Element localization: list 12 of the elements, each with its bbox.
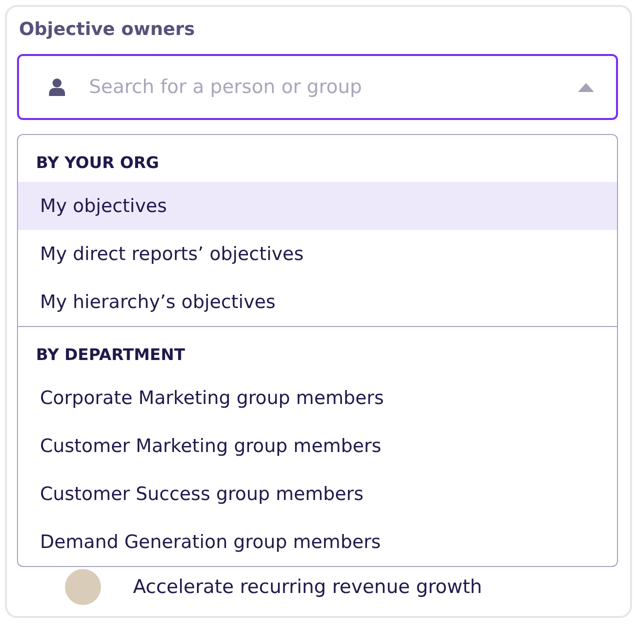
objective-title[interactable]: Accelerate recurring revenue growth <box>133 576 482 598</box>
search-placeholder: Search for a person or group <box>89 76 363 98</box>
menu-item[interactable]: My direct reports’ objectives <box>18 230 617 278</box>
group-header: BY DEPARTMENT <box>35 344 185 366</box>
menu-item[interactable]: Customer Success group members <box>18 470 617 518</box>
menu-item[interactable]: My hierarchy’s objectives <box>18 278 617 326</box>
menu-item[interactable]: Corporate Marketing group members <box>18 374 617 422</box>
menu-item[interactable]: Demand Generation group members <box>18 518 617 566</box>
section-title: Objective owners <box>19 19 195 40</box>
menu-item[interactable]: My objectives <box>18 182 617 230</box>
group-header: BY YOUR ORG <box>35 152 160 174</box>
menu-item[interactable]: Customer Marketing group members <box>18 422 617 470</box>
